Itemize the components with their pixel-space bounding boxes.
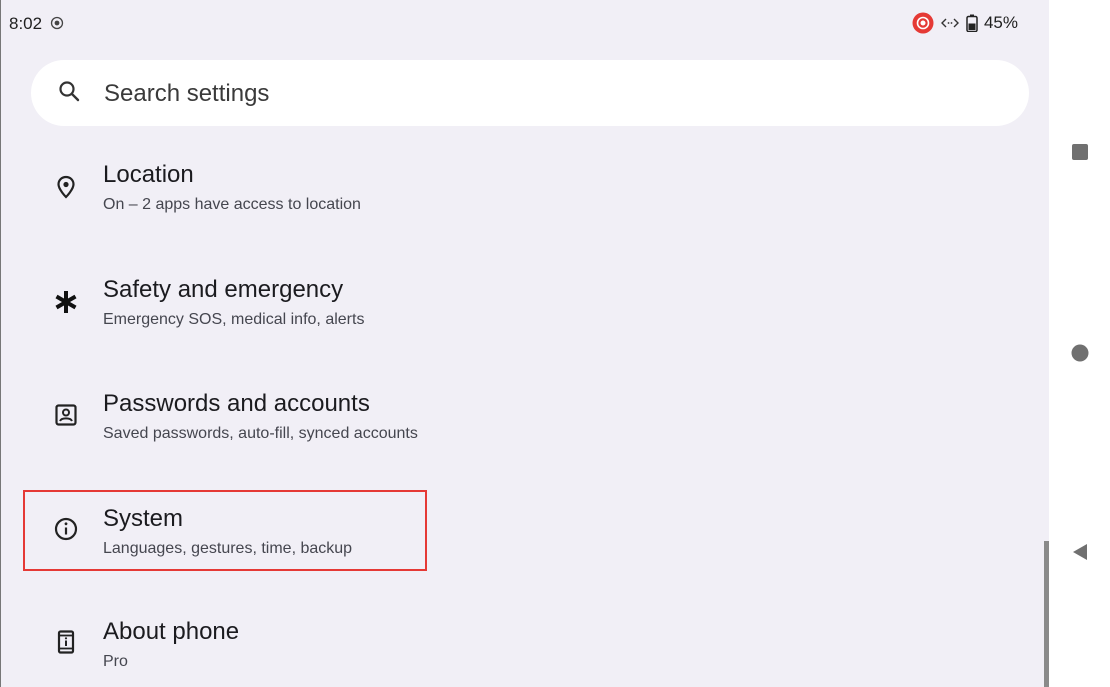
battery-icon — [966, 14, 978, 32]
phone-info-icon — [57, 630, 75, 654]
system-title: System — [103, 505, 184, 532]
search-icon — [59, 81, 80, 102]
info-icon — [54, 517, 78, 541]
navigation-bar — [1049, 0, 1110, 687]
settings-item-safety[interactable]: Safety and emergency Emergency SOS, medi… — [1, 263, 1049, 363]
settings-item-system[interactable]: System Languages, gestures, time, backup — [1, 492, 1049, 592]
settings-item-passwords[interactable]: Passwords and accounts Saved passwords, … — [1, 377, 1049, 477]
settings-item-about-phone[interactable]: About phone Pro — [1, 605, 1049, 687]
recents-button[interactable] — [1069, 141, 1091, 163]
screen-record-icon[interactable] — [912, 12, 934, 34]
location-subtitle: On – 2 apps have access to location — [103, 196, 361, 213]
settings-screen: 8:02 45% Search settings Location On – 2… — [0, 0, 1049, 687]
about-phone-title: About phone — [103, 618, 240, 645]
passwords-subtitle: Saved passwords, auto-fill, synced accou… — [103, 425, 418, 442]
system-subtitle: Languages, gestures, time, backup — [103, 540, 353, 557]
passwords-title: Passwords and accounts — [103, 390, 370, 417]
battery-percentage: 45% — [983, 13, 1018, 32]
about-phone-subtitle: Pro — [103, 653, 128, 670]
safety-title: Safety and emergency — [103, 276, 344, 303]
back-button[interactable] — [1069, 541, 1091, 563]
home-button[interactable] — [1069, 342, 1091, 364]
screen-record-status-icon — [50, 16, 64, 30]
asterisk-icon — [55, 291, 77, 313]
safety-subtitle: Emergency SOS, medical info, alerts — [103, 311, 365, 328]
status-time: 8:02 — [9, 14, 43, 33]
location-title: Location — [103, 161, 194, 188]
status-right-group: 45% — [912, 12, 1018, 34]
location-pin-icon — [57, 175, 75, 199]
account-box-icon — [55, 404, 77, 426]
search-bar[interactable] — [31, 60, 1029, 126]
settings-item-location[interactable]: Location On – 2 apps have access to loca… — [1, 148, 1049, 248]
status-bar: 8:02 45% — [1, 0, 1049, 50]
search-input[interactable] — [104, 78, 984, 110]
data-transfer-icon — [940, 18, 959, 28]
